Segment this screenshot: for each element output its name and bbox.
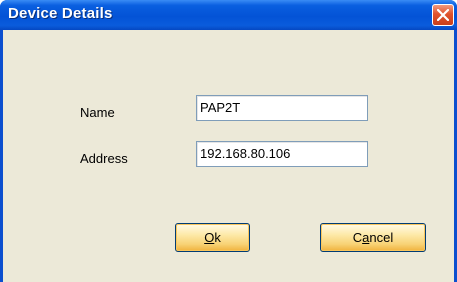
name-field[interactable]: PAP2T — [196, 95, 368, 121]
title-bar[interactable]: Device Details — [0, 0, 457, 30]
dialog-body: Name PAP2T Address 192.168.80.106 Ok Can… — [3, 30, 454, 282]
cancel-button[interactable]: Cancel — [320, 223, 426, 252]
name-label: Name — [80, 105, 115, 120]
close-button[interactable] — [432, 4, 454, 26]
ok-label-rest: k — [214, 230, 221, 245]
cancel-label-start: C — [352, 230, 363, 245]
cancel-label-rest: ncel — [369, 230, 394, 245]
device-details-dialog: Device Details Name PAP2T Address 192.16… — [0, 0, 457, 282]
address-label: Address — [80, 151, 128, 166]
address-field[interactable]: 192.168.80.106 — [196, 141, 368, 167]
ok-button[interactable]: Ok — [175, 223, 250, 252]
window-title: Device Details — [8, 5, 113, 22]
ok-mnemonic: O — [204, 230, 215, 245]
